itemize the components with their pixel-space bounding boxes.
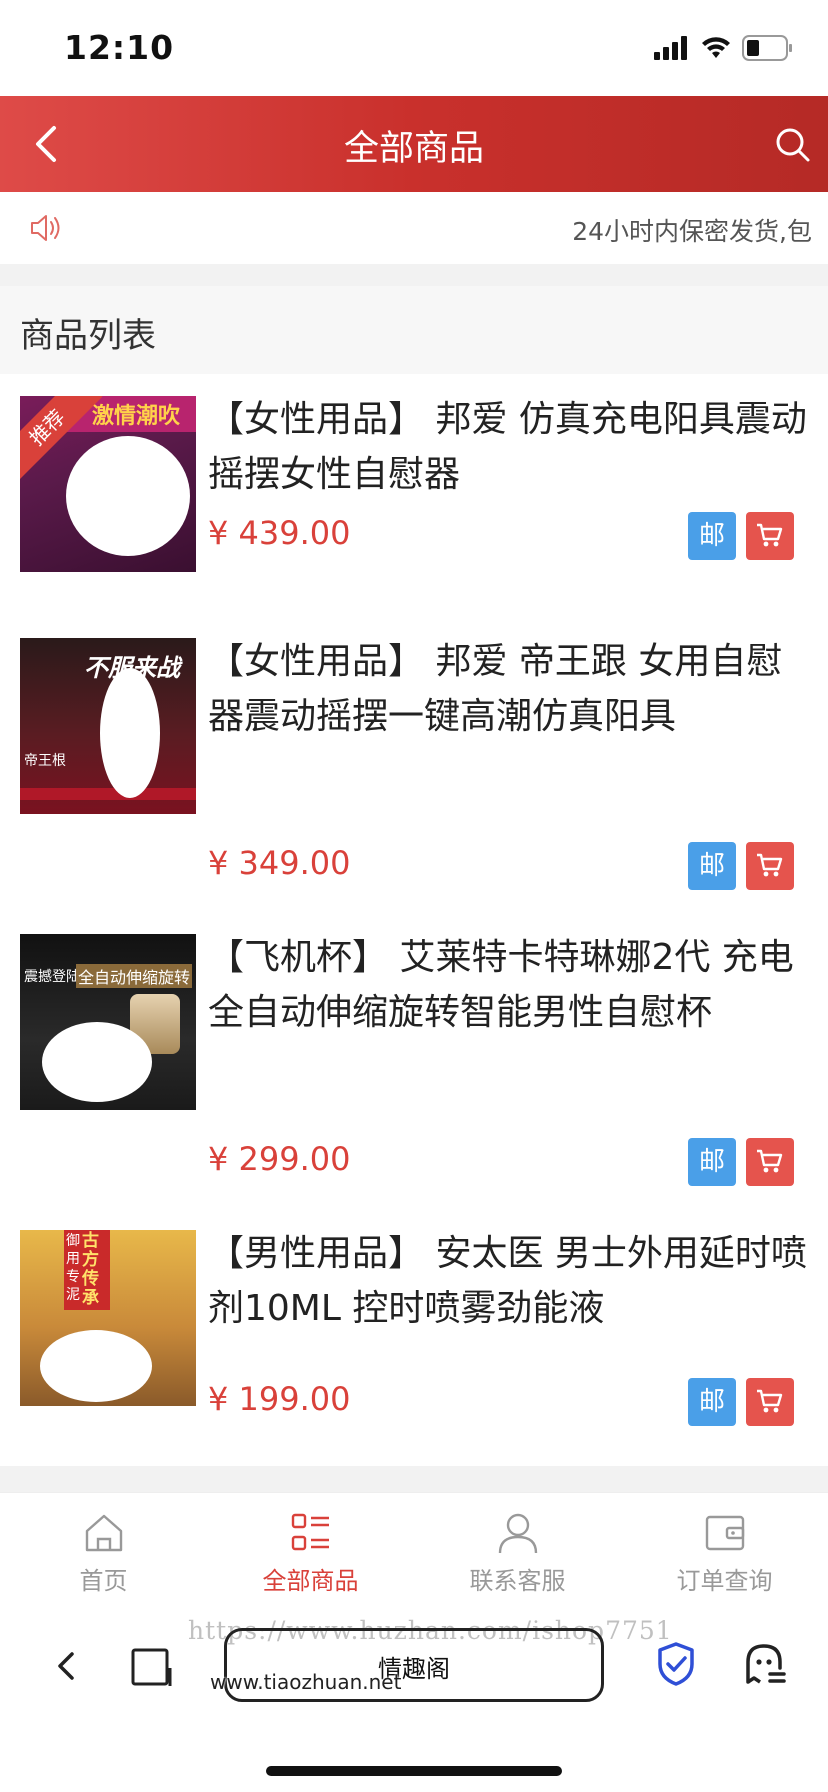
free-shipping-badge: 邮 (688, 512, 736, 560)
bottom-tab-bar: 首页 全部商品 联系客服 订单查询 (0, 1492, 828, 1604)
tabs-icon[interactable] (130, 1644, 174, 1688)
product-name[interactable]: 【男性用品】 安太医 男士外用延时喷剂10ML 控时喷雾劲能液 (208, 1226, 808, 1336)
cart-icon (757, 1389, 783, 1413)
section-title: 商品列表 (20, 316, 156, 356)
add-to-cart-button[interactable] (746, 842, 794, 890)
wallet-icon (705, 1515, 745, 1551)
page-title: 全部商品 (343, 129, 484, 169)
product-item[interactable]: 古方传承 御用专泥 【男性用品】 安太医 男士外用延时喷剂10ML 控时喷雾劲能… (0, 1202, 828, 1466)
status-time: 12:10 (64, 28, 175, 67)
status-icons (654, 34, 794, 62)
product-item[interactable]: 不服来战 帝王根 【女性用品】 邦爱 帝王跟 女用自慰器震动摇摆一键高潮仿真阳具… (0, 610, 828, 906)
thumb-caption: 激情潮吹 (92, 404, 181, 429)
section-header: 商品列表 (0, 286, 828, 374)
free-shipping-badge: 邮 (688, 842, 736, 890)
thumb-subcaption: 帝王根 (24, 753, 66, 769)
product-price: ¥ 299.00 (208, 1140, 351, 1178)
tab-label: 全部商品 (262, 1567, 359, 1595)
wifi-icon (702, 37, 730, 58)
browser-toolbar: https://www.huzhan.com/ishop7751 情趣阁 www… (0, 1604, 828, 1792)
product-name[interactable]: 【女性用品】 邦爱 仿真充电阳具震动摇摆女性自慰器 (208, 392, 808, 502)
free-shipping-badge: 邮 (688, 1138, 736, 1186)
cart-icon (757, 523, 783, 547)
tab-customer-service[interactable]: 联系客服 (414, 1493, 621, 1605)
divider (0, 264, 828, 286)
user-icon (498, 1513, 538, 1554)
product-name[interactable]: 【女性用品】 邦爱 帝王跟 女用自慰器震动摇摆一键高潮仿真阳具 (208, 634, 808, 744)
thumb-caption: 全自动伸缩旋转 (76, 964, 193, 988)
add-to-cart-button[interactable] (746, 1138, 794, 1186)
notice-text: 24小时内保密发货,包 (572, 217, 812, 246)
list-icon (291, 1513, 329, 1551)
search-icon[interactable] (772, 124, 812, 164)
browser-back-icon[interactable] (46, 1646, 86, 1686)
product-thumbnail[interactable]: 激情潮吹 推荐 (20, 396, 196, 572)
tab-all-products[interactable]: 全部商品 (207, 1493, 414, 1605)
product-item[interactable]: 激情潮吹 推荐 【女性用品】 邦爱 仿真充电阳具震动摇摆女性自慰器 ¥ 439.… (0, 374, 828, 610)
product-thumbnail[interactable]: 震撼登陆 全自动伸缩旋转 (20, 934, 196, 1110)
home-indicator (266, 1766, 562, 1776)
thumb-subcaption: 御用专泥 (66, 1233, 80, 1303)
tab-home[interactable]: 首页 (0, 1493, 207, 1605)
top-header: 全部商品 (0, 96, 828, 192)
product-price: ¥ 439.00 (208, 514, 351, 552)
thumb-caption: 古方传承 (82, 1231, 99, 1308)
product-name[interactable]: 【飞机杯】 艾莱特卡特琳娜2代 充电全自动伸缩旋转智能男性自慰杯 (208, 930, 808, 1040)
add-to-cart-button[interactable] (746, 512, 794, 560)
product-price: ¥ 199.00 (208, 1380, 351, 1418)
status-bar: 12:10 (0, 0, 828, 96)
tab-label: 联系客服 (469, 1567, 566, 1595)
tab-label: 订单查询 (676, 1567, 773, 1595)
product-item[interactable]: 震撼登陆 全自动伸缩旋转 【飞机杯】 艾莱特卡特琳娜2代 充电全自动伸缩旋转智能… (0, 906, 828, 1202)
home-icon (85, 1514, 123, 1552)
tab-order-lookup[interactable]: 订单查询 (621, 1493, 828, 1605)
speaker-icon (31, 215, 60, 241)
thumb-subcaption: 震撼登陆 (24, 969, 80, 985)
notice-bar: 24小时内保密发货,包 (0, 192, 828, 264)
product-price: ¥ 349.00 (208, 844, 351, 882)
divider (0, 1466, 828, 1492)
product-thumbnail[interactable]: 古方传承 御用专泥 (20, 1230, 196, 1406)
cart-icon (757, 1149, 783, 1173)
add-to-cart-button[interactable] (746, 1378, 794, 1426)
shield-check-icon[interactable] (652, 1640, 700, 1688)
ghost-menu-icon[interactable] (740, 1640, 788, 1688)
product-thumbnail[interactable]: 不服来战 帝王根 (20, 638, 196, 814)
tab-label: 首页 (79, 1567, 128, 1595)
free-shipping-badge: 邮 (688, 1378, 736, 1426)
cart-icon (757, 853, 783, 877)
watermark-site: www.tiaozhuan.net (210, 1670, 402, 1694)
signal-icon (654, 36, 687, 60)
battery-icon (742, 35, 792, 61)
